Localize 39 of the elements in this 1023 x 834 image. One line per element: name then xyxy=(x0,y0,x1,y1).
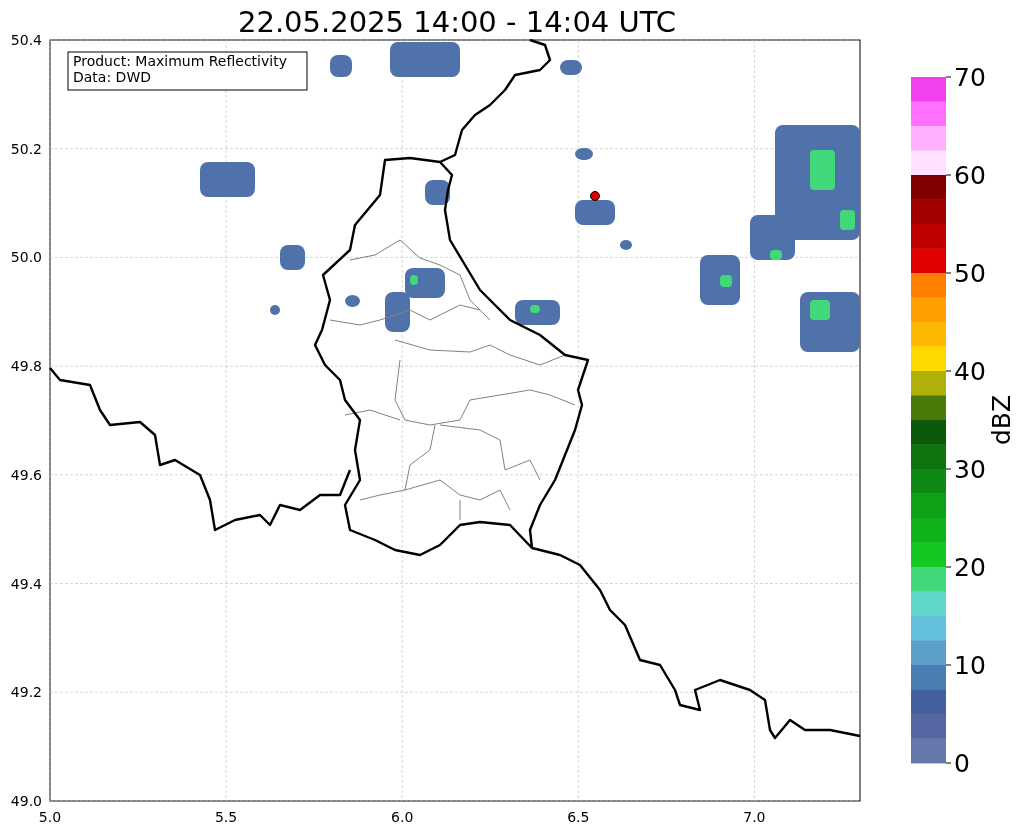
strong-echo xyxy=(720,275,732,287)
radar-echo xyxy=(200,162,255,197)
radar-echo xyxy=(270,305,280,315)
colorbar-tick-label: 10 xyxy=(954,651,986,680)
axis-tick-label: 7.0 xyxy=(743,809,766,825)
chart-title: 22.05.2025 14:00 - 14:04 UTC xyxy=(238,5,676,39)
axis-tick-label: 50.0 xyxy=(10,249,42,266)
axis-tick-label: 50.2 xyxy=(10,140,42,157)
colorbar-tick-label: 50 xyxy=(954,259,986,288)
axis-tick-label: 49.0 xyxy=(10,792,42,809)
colorbar-tick-label: 40 xyxy=(954,357,986,386)
legend-text: Product: Maximum Reflectivity xyxy=(73,53,287,69)
strong-echo xyxy=(530,305,540,313)
axis-tick-label: 50.4 xyxy=(10,32,42,48)
axis-tick-label: 49.8 xyxy=(10,358,42,375)
strong-echo xyxy=(840,210,855,230)
legend-text: Data: DWD xyxy=(73,69,151,85)
radar-echo xyxy=(620,240,632,250)
radar-echo xyxy=(575,200,615,225)
strong-echo xyxy=(810,300,830,320)
axis-tick-label: 49.4 xyxy=(10,575,42,592)
strong-echo xyxy=(810,150,835,190)
radar-echo xyxy=(390,42,460,77)
location-marker xyxy=(590,191,600,201)
axis-tick-label: 6.0 xyxy=(391,809,414,825)
colorbar-label: dBZ xyxy=(987,394,1016,446)
strong-echo xyxy=(410,275,418,285)
axis-tick-label: 49.2 xyxy=(10,684,42,701)
radar-echo xyxy=(700,255,740,305)
colorbar-tick-label: 60 xyxy=(954,161,986,190)
colorbar-tick-label: 0 xyxy=(954,749,970,778)
colorbar-tick-label: 20 xyxy=(954,553,986,582)
axis-tick-label: 5.5 xyxy=(214,809,238,825)
colorbar-tick-label: 70 xyxy=(954,63,986,92)
axis-tick-label: 5.0 xyxy=(38,809,62,825)
colorbar-tick-label: 30 xyxy=(954,455,986,484)
axis-tick-label: 6.5 xyxy=(567,809,590,825)
axis-tick-label: 49.6 xyxy=(10,466,42,483)
strong-echo xyxy=(770,250,782,260)
